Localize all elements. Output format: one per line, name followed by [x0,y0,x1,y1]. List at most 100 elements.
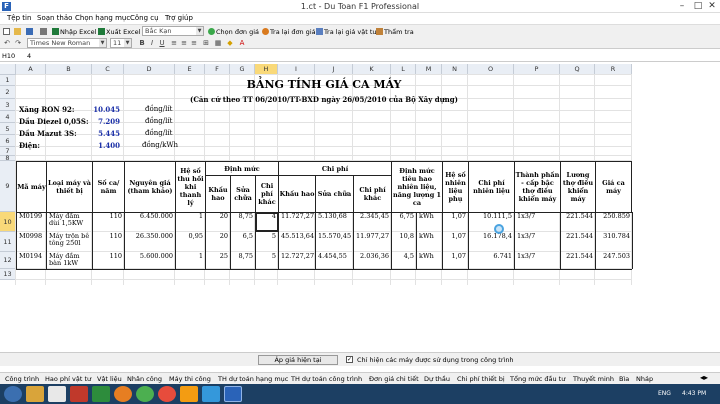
cell-loai-may[interactable]: Máy đầm dùi 1,5KW [46,212,93,232]
cell-dm-sua-chua[interactable]: 8,75 [230,252,256,269]
row-header[interactable]: 10 [0,212,16,232]
cell-dm-chi-phi-khac[interactable]: 5 [255,232,279,252]
cell-he-so[interactable]: 1 [175,252,206,269]
cell-he-so[interactable]: 1 [175,212,206,232]
redo-icon[interactable]: ↷ [14,39,22,47]
start-icon[interactable] [4,386,22,402]
underline-icon[interactable]: U [158,39,166,47]
fill-color-icon[interactable]: ◆ [226,39,234,47]
row-header[interactable]: 6 [0,135,16,147]
cell-ma-may[interactable]: M0998 [16,232,47,252]
font-select[interactable]: Times New Roman ▼ [27,38,107,48]
cell-chi-phi-nl[interactable]: 6.741 [468,252,515,269]
tab-th-du-toan-hang-muc[interactable]: TH dự toán hạng mục [218,375,288,383]
cell-dm-sua-chua[interactable]: 6,5 [230,232,256,252]
cell-chi-phi-nl[interactable]: 10.111,5 [468,212,515,232]
row-header[interactable]: 1 [0,75,16,86]
cell-cp-sua-chua[interactable]: 4.454,55 [315,252,354,269]
selected-cell[interactable] [255,212,279,232]
app-icon-6[interactable] [180,386,198,402]
used-machines-checkbox[interactable]: ✓ [346,356,353,363]
du-toan-f1-taskbar-icon[interactable] [224,386,242,402]
menu-edit[interactable]: Soạn thảo [37,14,72,22]
cell-gia-ca-may[interactable]: 250.859 [595,212,633,232]
menu-choose-item[interactable]: Chọn hạng mục [75,14,130,22]
cell-luong-tho[interactable]: 221.544 [560,212,596,232]
cell-don-vi[interactable]: kWh [416,212,443,232]
cell-cp-sua-chua[interactable]: 15.570,45 [315,232,354,252]
cell-thanh-phan[interactable]: 1x3/7 [514,232,561,252]
row-header[interactable]: 12 [0,252,16,269]
cell-ma-may[interactable]: M0199 [16,212,47,232]
cell-luong-tho[interactable]: 221.544 [560,232,596,252]
cell-gia-ca-may[interactable]: 247.503 [595,252,633,269]
cell-cp-khau-hao[interactable]: 45.513,64 [278,232,316,252]
menu-help[interactable]: Trợ giúp [165,14,193,22]
cell-loai-may[interactable]: Máy trộn bê tông 250l [46,232,93,252]
undo-icon[interactable]: ↶ [3,39,11,47]
tab-nhan-cong[interactable]: Nhân công [127,375,162,383]
apply-price-button[interactable]: Áp giá hiện tại [258,355,338,365]
cell-chi-phi-nl[interactable]: 16.178,4 [468,232,515,252]
tab-may-thi-cong[interactable]: Máy thi công [169,375,211,383]
app-icon-3[interactable] [114,386,132,402]
align-center-icon[interactable]: ≡ [180,39,188,47]
open-icon[interactable] [14,27,22,37]
cell-dm-sua-chua[interactable]: 8,75 [230,212,256,232]
app-icon-2[interactable] [92,386,110,402]
cell-nguyen-gia[interactable]: 5.600.000 [124,252,176,269]
region-select[interactable]: Bắc Kạn ▼ [142,26,204,36]
spreadsheet-grid[interactable]: ABCDEFGHIJKLMNOPQR 1 2 3 4 5 6 7 8 9 10 11 12 13 BẢN… [0,64,720,352]
tab-cong-trinh[interactable]: Công trình [5,375,39,383]
tab-nhap[interactable]: Nháp [636,375,653,383]
print-icon[interactable] [40,27,48,37]
border-icon[interactable]: ▦ [214,39,222,47]
cell-don-vi[interactable]: kWh [416,232,443,252]
lookup-price-button[interactable]: Tra lại đơn giá [262,27,316,37]
tab-scroll-icon[interactable]: ◂▸ [700,373,708,382]
explorer-icon[interactable] [26,386,44,402]
cell-so-ca[interactable]: 110 [92,252,125,269]
cell-luong-tho[interactable]: 221.544 [560,252,596,269]
cell-cp-khau-hao[interactable]: 12.727,27 [278,252,316,269]
cell-dm-khau-hao[interactable]: 20 [205,212,231,232]
cell-cp-khau-hao[interactable]: 11.727,27 [278,212,316,232]
media-icon[interactable] [48,386,66,402]
app-icon-7[interactable] [202,386,220,402]
tab-vat-lieu[interactable]: Vật liệu [97,375,122,383]
cell-don-vi[interactable]: kWh [416,252,443,269]
row-header[interactable]: 5 [0,123,16,135]
tab-thuyet-minh[interactable]: Thuyết minh [573,375,614,383]
row-header[interactable]: 9 [0,161,16,212]
save-icon[interactable] [26,27,34,37]
cell-he-so-phu[interactable]: 1,07 [442,232,469,252]
cell-cp-sua-chua[interactable]: 5.130,68 [315,212,354,232]
tab-hao-phi-vat-tu[interactable]: Hao phí vật tư [45,375,91,383]
tab-don-gia-chi-tiet[interactable]: Đơn giá chi tiết [369,375,419,383]
merge-icon[interactable]: ⊞ [202,39,210,47]
cell-he-so[interactable]: 0,95 [175,232,206,252]
tab-tong-muc-dau-tu[interactable]: Tổng mức đầu tư [510,375,565,383]
font-color-icon[interactable]: A [238,39,246,47]
tab-chi-phi-thiet-bi[interactable]: Chi phí thiết bị [457,375,505,383]
cell-nguyen-gia[interactable]: 26.350.000 [124,232,176,252]
tab-th-du-toan-cong-trinh[interactable]: TH dự toán công trình [291,375,362,383]
cell-dm-chi-phi-khac[interactable]: 5 [255,252,279,269]
cell-cp-khac[interactable]: 11.977,27 [353,232,392,252]
row-header[interactable]: 2 [0,86,16,99]
row-header[interactable]: 13 [0,269,16,280]
cell-he-so-phu[interactable]: 1,07 [442,252,469,269]
row-header[interactable]: 4 [0,111,16,123]
cell-dm-nhien-lieu[interactable]: 10,8 [391,232,417,252]
align-right-icon[interactable]: ≡ [190,39,198,47]
export-excel-button[interactable]: Xuất Excel [98,27,140,37]
cell-nguyen-gia[interactable]: 6.450.000 [124,212,176,232]
cell-dm-nhien-lieu[interactable]: 4,5 [391,252,417,269]
choose-price-button[interactable]: Chọn đơn giá [208,27,259,37]
menu-file[interactable]: Tệp tin [7,14,31,22]
minimize-button[interactable]: – [674,0,690,12]
cell-thanh-phan[interactable]: 1x3/7 [514,212,561,232]
cell-he-so-phu[interactable]: 1,07 [442,212,469,232]
row-header[interactable]: 11 [0,232,16,252]
cell-loai-may[interactable]: Máy đầm bàn 1kW [46,252,93,269]
